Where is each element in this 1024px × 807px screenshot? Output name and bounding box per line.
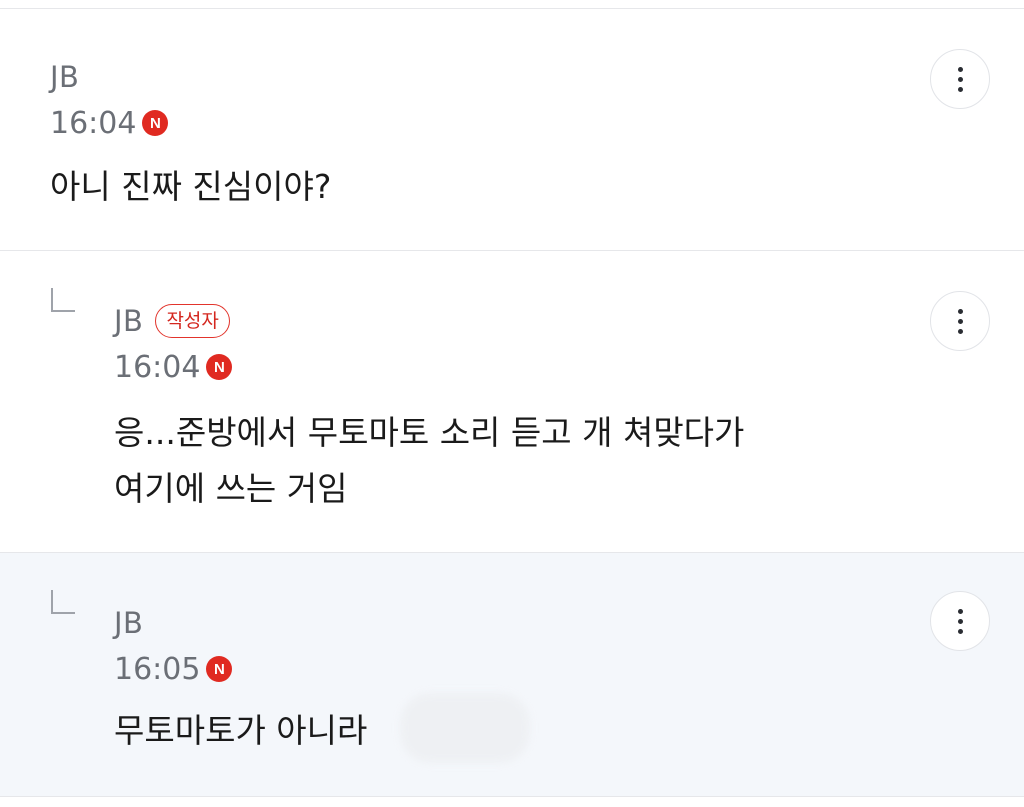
comment-time: 16:05 — [114, 651, 201, 687]
comment-reply-item-highlighted: JB 16:05 N 무토마토가 아니라 — [0, 553, 1024, 797]
comment-reply-item: JB 작성자 16:04 N 응...준방에서 무토마토 소리 듣고 개 쳐맞다… — [0, 251, 1024, 553]
comment-text-line: 여기에 쓰는 거임 — [114, 469, 348, 508]
redacted-area — [400, 693, 530, 763]
more-vertical-icon — [957, 66, 963, 92]
author-row: JB 작성자 — [114, 301, 232, 341]
more-vertical-icon — [957, 308, 963, 334]
time-row: 16:05 N — [114, 647, 233, 691]
comment-thread: JB 16:04 N 아니 진짜 진심이야? JB 작성자 16:04 N 응.… — [0, 0, 1024, 807]
time-row: 16:04 N — [114, 345, 233, 389]
more-options-button[interactable] — [930, 49, 990, 109]
author-row: JB — [50, 57, 168, 97]
author-name[interactable]: JB — [114, 304, 143, 338]
comment-time: 16:04 — [50, 105, 137, 141]
author-name[interactable]: JB — [114, 606, 143, 640]
more-options-button[interactable] — [930, 291, 990, 351]
author-row: JB — [114, 603, 232, 643]
more-vertical-icon — [957, 608, 963, 634]
comment-meta: JB 16:04 N — [50, 57, 169, 145]
comment-text: 무토마토가 아니라 — [114, 711, 368, 750]
comment-time: 16:04 — [114, 349, 201, 385]
new-n-icon: N — [206, 656, 233, 682]
more-options-button[interactable] — [930, 591, 990, 651]
comment-text: 아니 진짜 진심이야? — [50, 167, 332, 206]
reply-arrow-icon — [51, 590, 75, 614]
comment-meta: JB 작성자 16:04 N — [114, 301, 233, 389]
comment-text: 응...준방에서 무토마토 소리 듣고 개 쳐맞다가 여기에 쓰는 거임 — [114, 405, 744, 517]
comment-item: JB 16:04 N 아니 진짜 진심이야? — [0, 9, 1024, 251]
comment-meta: JB 16:05 N — [114, 603, 233, 691]
new-n-icon: N — [206, 354, 233, 380]
time-row: 16:04 N — [50, 101, 169, 145]
reply-arrow-icon — [51, 288, 75, 312]
new-n-icon: N — [142, 110, 169, 136]
writer-badge: 작성자 — [155, 304, 230, 338]
comment-text-line: 응...준방에서 무토마토 소리 듣고 개 쳐맞다가 — [114, 413, 745, 452]
author-name[interactable]: JB — [50, 60, 79, 94]
